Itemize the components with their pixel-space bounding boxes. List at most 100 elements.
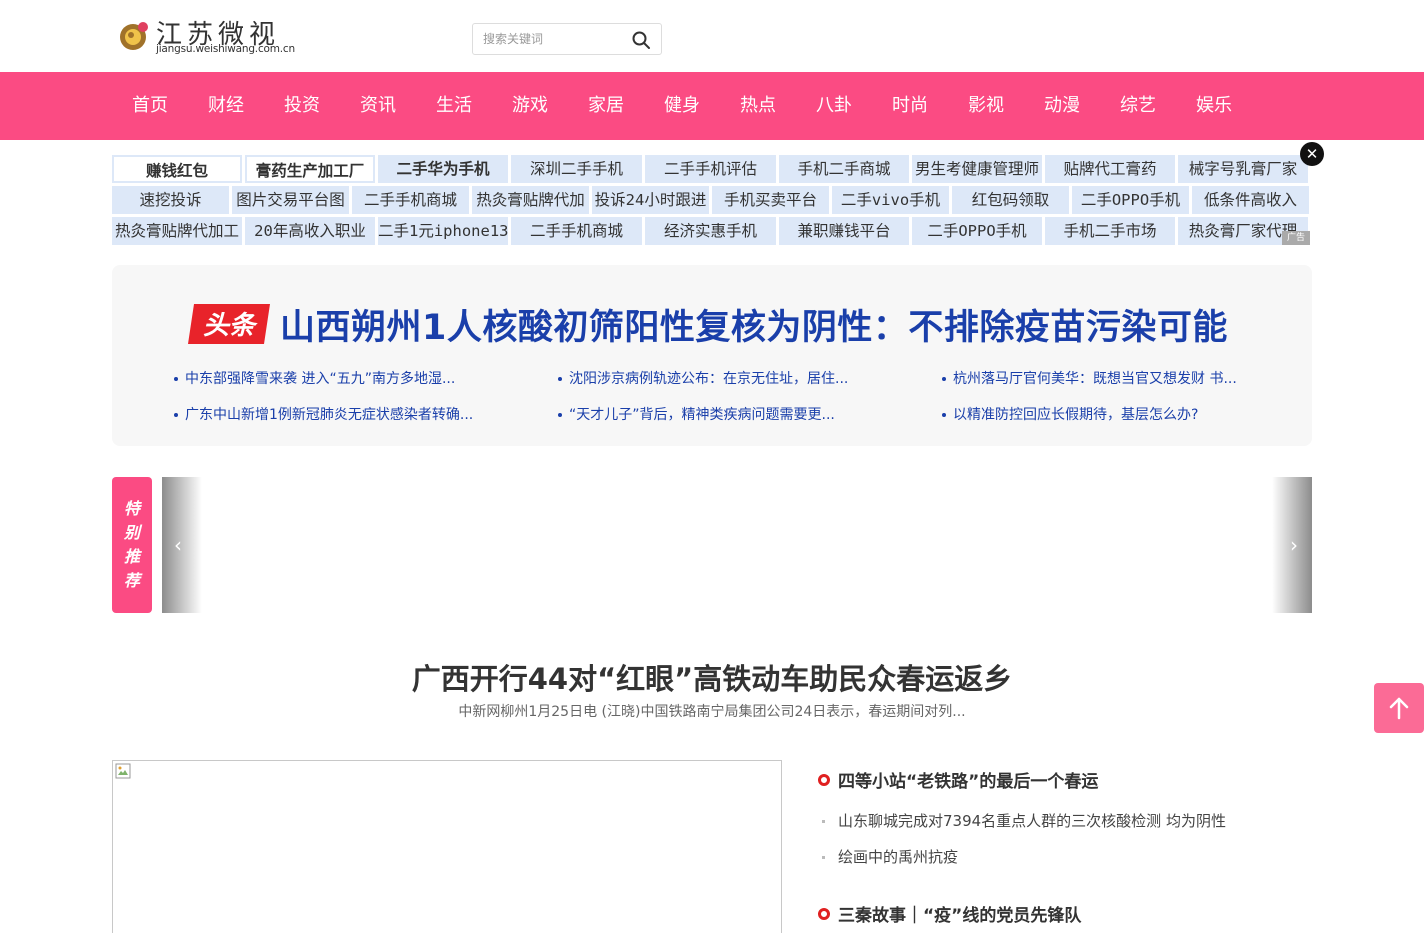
link-cell[interactable]: 手机二手市场 <box>1045 217 1175 245</box>
search-box <box>472 23 662 55</box>
carousel-prev-button[interactable]: ‹ <box>162 477 202 613</box>
link-cell[interactable]: 速挖投诉 <box>112 186 229 214</box>
headline-sub-news[interactable]: “天才儿子”背后，精神类疾病问题需要更... <box>558 404 835 424</box>
link-cell[interactable]: 二手手机评估 <box>645 155 776 183</box>
ad-link-grid: 赚钱红包 膏药生产加工厂 二手华为手机 深圳二手手机 二手手机评估 手机二手商城… <box>112 155 1312 247</box>
link-cell[interactable]: 赚钱红包 <box>112 155 242 183</box>
link-cell[interactable]: 二手手机商城 <box>352 186 469 214</box>
link-cell[interactable]: 二手华为手机 <box>378 155 508 183</box>
special-recommend-tag: 特 别 推 荐 <box>112 477 152 613</box>
headline-sub-news[interactable]: 以精准防控回应长假期待，基层怎么办? <box>942 404 1198 424</box>
headline-sub-news[interactable]: 沈阳涉京病例轨迹公布：在京无住址，居住... <box>558 368 848 388</box>
sub-news-text: 广东中山新增1例新冠肺炎无症状感染者转确... <box>185 407 474 423</box>
link-cell[interactable]: 热灸膏贴牌代加工 <box>112 217 242 245</box>
side-news-title[interactable]: 三秦故事｜“疫”线的党员先锋队 <box>818 901 1081 926</box>
nav-item-fashion[interactable]: 时尚 <box>880 72 940 140</box>
nav-item-variety[interactable]: 综艺 <box>1108 72 1168 140</box>
bullet-icon <box>174 377 178 381</box>
arrow-up-icon <box>1389 697 1409 720</box>
bullet-icon <box>174 413 178 417</box>
headline-sub-news[interactable]: 杭州落马厅官何美华：既想当官又想发财 书... <box>942 368 1237 388</box>
link-cell[interactable]: 二手1元iphone13 <box>378 217 508 245</box>
link-cell[interactable]: 男生考健康管理师 <box>912 155 1042 183</box>
tag-char: 特 <box>123 499 140 518</box>
headline-title[interactable]: 山西朔州1人核酸初筛阳性复核为阴性：不排除疫苗污染可能 <box>280 299 1228 350</box>
nav-item-fitness[interactable]: 健身 <box>652 72 712 140</box>
link-cell[interactable]: 膏药生产加工厂 <box>245 155 375 183</box>
sub-news-text: 沈阳涉京病例轨迹公布：在京无住址，居住... <box>569 371 849 387</box>
header: 江苏微视 jiangsu.weishiwang.com.cn <box>0 0 1424 72</box>
logo-mark-icon <box>120 22 148 50</box>
main-nav: 首页 财经 投资 资讯 生活 游戏 家居 健身 热点 八卦 时尚 影视 动漫 综… <box>0 72 1424 140</box>
nav-item-anime[interactable]: 动漫 <box>1032 72 1092 140</box>
link-cell[interactable]: 投诉24小时跟进 <box>592 186 709 214</box>
side-news-item-text: 绘画中的禹州抗疫 <box>838 848 959 866</box>
sub-news-text: “天才儿子”背后，精神类疾病问题需要更... <box>569 407 835 423</box>
ad-label: 广告 <box>1282 231 1310 245</box>
carousel-next-button[interactable]: › <box>1272 477 1312 613</box>
side-news-item-text: 山东聊城完成对7394名重点人群的三次核酸检测 均为阴性 <box>838 812 1226 830</box>
ring-bullet-icon <box>818 774 830 786</box>
headline-section: 头条 山西朔州1人核酸初筛阳性复核为阴性：不排除疫苗污染可能 中东部强降雪来袭 … <box>112 265 1312 446</box>
link-cell[interactable]: 热灸膏贴牌代加 <box>472 186 589 214</box>
main-story-image[interactable] <box>112 760 782 933</box>
nav-item-finance[interactable]: 财经 <box>196 72 256 140</box>
side-news-title-text: 四等小站“老铁路”的最后一个春运 <box>838 772 1099 792</box>
search-icon[interactable] <box>631 30 651 50</box>
tag-char: 荐 <box>123 571 140 590</box>
bullet-icon <box>942 377 946 381</box>
search-input[interactable] <box>473 24 623 54</box>
nav-item-life[interactable]: 生活 <box>424 72 484 140</box>
bullet-icon <box>942 413 946 417</box>
back-to-top-button[interactable] <box>1374 683 1424 733</box>
link-cell[interactable]: 贴牌代工膏药 <box>1045 155 1175 183</box>
square-bullet-icon <box>822 820 825 823</box>
link-cell[interactable]: 手机二手商城 <box>779 155 909 183</box>
square-bullet-icon <box>822 856 825 859</box>
tag-char: 别 <box>123 523 140 542</box>
link-cell[interactable]: 二手手机商城 <box>511 217 642 245</box>
sub-news-text: 以精准防控回应长假期待，基层怎么办? <box>953 407 1199 423</box>
bullet-icon <box>558 413 562 417</box>
nav-item-home-decor[interactable]: 家居 <box>576 72 636 140</box>
toutiao-badge-icon: 头条 <box>188 304 270 344</box>
bullet-icon <box>558 377 562 381</box>
nav-item-home[interactable]: 首页 <box>120 72 180 140</box>
headline-sub-news[interactable]: 广东中山新增1例新冠肺炎无症状感染者转确... <box>174 404 473 424</box>
side-news-item[interactable]: 山东聊城完成对7394名重点人群的三次核酸检测 均为阴性 <box>822 810 1226 831</box>
nav-item-gossip[interactable]: 八卦 <box>804 72 864 140</box>
link-cell[interactable]: 二手OPPO手机 <box>912 217 1042 245</box>
logo-domain: jiangsu.weishiwang.com.cn <box>156 43 295 55</box>
nav-item-film[interactable]: 影视 <box>956 72 1016 140</box>
sub-news-text: 中东部强降雪来袭 进入“五九”南方多地湿... <box>185 371 456 387</box>
tag-char: 推 <box>123 547 140 566</box>
site-logo[interactable]: 江苏微视 jiangsu.weishiwang.com.cn <box>116 14 306 58</box>
link-cell[interactable]: 深圳二手手机 <box>511 155 642 183</box>
link-cell[interactable]: 兼职赚钱平台 <box>779 217 909 245</box>
close-ad-button[interactable]: ✕ <box>1300 142 1324 166</box>
link-cell[interactable]: 红包码领取 <box>952 186 1069 214</box>
nav-item-hot[interactable]: 热点 <box>728 72 788 140</box>
toutiao-badge-text: 头条 <box>203 311 258 341</box>
link-cell[interactable]: 二手OPPO手机 <box>1072 186 1189 214</box>
side-news-item[interactable]: 绘画中的禹州抗疫 <box>822 846 958 867</box>
sub-news-text: 杭州落马厅官何美华：既想当官又想发财 书... <box>953 371 1237 387</box>
ring-bullet-icon <box>818 908 830 920</box>
side-news-title-text: 三秦故事｜“疫”线的党员先锋队 <box>838 906 1082 926</box>
link-cell[interactable]: 手机买卖平台 <box>712 186 829 214</box>
headline-sub-news[interactable]: 中东部强降雪来袭 进入“五九”南方多地湿... <box>174 368 455 388</box>
link-cell[interactable]: 图片交易平台图 <box>232 186 349 214</box>
broken-image-icon <box>115 763 131 779</box>
link-cell[interactable]: 械字号乳膏厂家 <box>1178 155 1308 183</box>
nav-item-games[interactable]: 游戏 <box>500 72 560 140</box>
link-cell[interactable]: 经济实惠手机 <box>645 217 776 245</box>
link-cell[interactable]: 低条件高收入 <box>1192 186 1309 214</box>
link-cell[interactable]: 20年高收入职业 <box>245 217 375 245</box>
main-story-title[interactable]: 广西开行44对“红眼”高铁动车助民众春运返乡 <box>0 656 1424 698</box>
nav-item-entertainment[interactable]: 娱乐 <box>1184 72 1244 140</box>
nav-item-invest[interactable]: 投资 <box>272 72 332 140</box>
nav-item-news[interactable]: 资讯 <box>348 72 408 140</box>
link-cell[interactable]: 二手vivo手机 <box>832 186 949 214</box>
side-news-title[interactable]: 四等小站“老铁路”的最后一个春运 <box>818 767 1098 792</box>
main-story-summary: 中新网柳州1月25日电 (江晓)中国铁路南宁局集团公司24日表示，春运期间对列.… <box>458 704 966 720</box>
